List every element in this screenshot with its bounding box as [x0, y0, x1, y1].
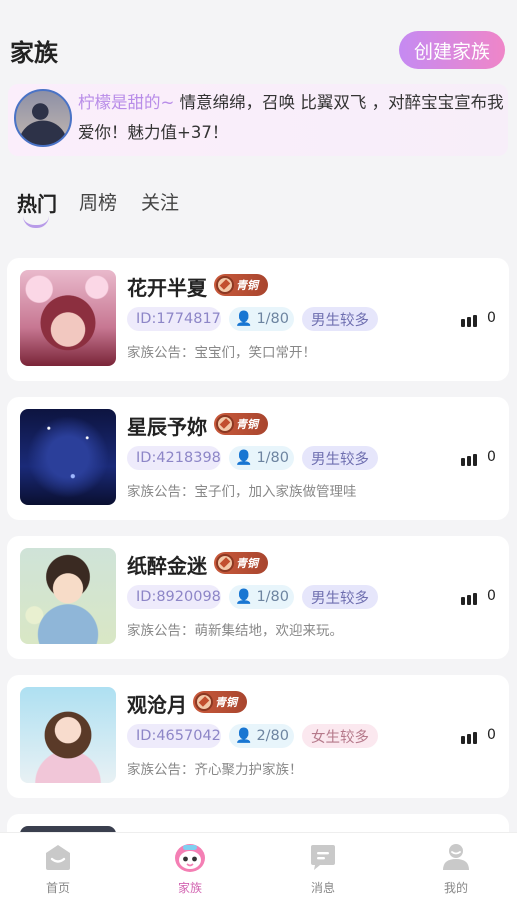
family-id: ID:4657042: [127, 724, 221, 748]
family-card[interactable]: 观沧月 青铜 ID:4657042 👤 2/80 女生较多 0 家族公告：齐心聚力…: [7, 675, 509, 798]
tabbar-profile[interactable]: 我的: [406, 833, 506, 899]
home-icon: [46, 845, 70, 870]
heat-value: 0: [487, 588, 496, 604]
profile-icon: [443, 844, 469, 870]
member-count: 👤 1/80: [229, 307, 294, 331]
family-notice: 家族公告：萌新集结地，欢迎来玩。: [127, 623, 343, 639]
tabbar-family[interactable]: 家族: [140, 833, 240, 899]
heat-value: 0: [487, 727, 496, 743]
family-mascot-icon: [175, 844, 205, 872]
heat-bars-icon: [461, 314, 479, 327]
heat-bars-icon: [461, 453, 479, 466]
person-icon: 👤: [235, 450, 253, 466]
message-icon: [311, 845, 335, 870]
tabbar-label: 消息: [310, 881, 335, 895]
heat-value: 0: [487, 310, 496, 326]
gender-tag: 男生较多: [302, 585, 378, 609]
level-label: 青铜: [236, 279, 258, 292]
family-cover: [20, 409, 116, 505]
family-id: ID:1774817: [127, 307, 221, 331]
tabbar-home[interactable]: 首页: [8, 833, 108, 899]
level-gem-icon: [195, 693, 213, 711]
level-gem-icon: [216, 554, 234, 572]
broadcast-avatar[interactable]: [14, 89, 72, 147]
family-card[interactable]: 纸醉金迷 青铜 ID:8920098 👤 1/80 男生较多 0 家族公告：萌新集…: [7, 536, 509, 659]
family-notice: 家族公告：宝子们，加入家族做管理哇: [127, 484, 357, 500]
level-gem-icon: [216, 276, 234, 294]
member-count-value: 2/80: [256, 728, 289, 744]
tab-bar: 热门 周榜 关注: [0, 184, 517, 230]
level-label: 青铜: [215, 696, 237, 709]
member-count: 👤 1/80: [229, 446, 294, 470]
family-notice: 家族公告：宝宝们，笑口常开！: [127, 345, 316, 361]
family-notice: 家族公告：齐心聚力护家族！: [127, 762, 303, 778]
tabbar-label: 我的: [443, 881, 468, 895]
level-badge: 青铜: [214, 274, 268, 296]
level-badge: 青铜: [214, 552, 268, 574]
tabbar-label: 家族: [177, 881, 202, 895]
family-cover: [20, 270, 116, 366]
page-title: 家族: [10, 39, 58, 67]
family-name: 星辰予妳: [127, 415, 207, 439]
tabbar-label: 首页: [45, 881, 70, 895]
level-badge: 青铜: [193, 691, 247, 713]
person-icon: 👤: [235, 728, 253, 744]
gender-tag: 男生较多: [302, 446, 378, 470]
heat-value: 0: [487, 449, 496, 465]
member-count: 👤 2/80: [229, 724, 294, 748]
active-tab-indicator: [23, 216, 49, 228]
member-count: 👤 1/80: [229, 585, 294, 609]
tabbar-messages[interactable]: 消息: [273, 833, 373, 899]
family-id: ID:8920098: [127, 585, 221, 609]
member-count-value: 1/80: [256, 589, 289, 605]
person-icon: 👤: [235, 589, 253, 605]
broadcast-username[interactable]: 柠檬是甜的~: [78, 93, 174, 112]
family-name: 花开半夏: [127, 276, 207, 300]
level-badge: 青铜: [214, 413, 268, 435]
level-label: 青铜: [236, 557, 258, 570]
tab-weekly[interactable]: 周榜: [79, 188, 117, 215]
family-name: 观沧月: [127, 693, 187, 717]
tab-following[interactable]: 关注: [141, 188, 179, 215]
person-icon: 👤: [235, 311, 253, 327]
broadcast-banner[interactable]: 柠檬是甜的~ 情意绵绵，召唤 比翼双飞 ，对醉宝宝宣布我爱你！魅力值+37！: [8, 84, 508, 156]
create-family-button[interactable]: 创建家族: [399, 31, 505, 69]
family-id: ID:4218398: [127, 446, 221, 470]
family-cover: [20, 548, 116, 644]
family-card[interactable]: 星辰予妳 青铜 ID:4218398 👤 1/80 男生较多 0 家族公告：宝子们…: [7, 397, 509, 520]
broadcast-text: 柠檬是甜的~ 情意绵绵，召唤 比翼双飞 ，对醉宝宝宣布我爱你！魅力值+37！: [78, 88, 504, 148]
member-count-value: 1/80: [256, 450, 289, 466]
heat-bars-icon: [461, 731, 479, 744]
tab-hot[interactable]: 热门: [17, 188, 57, 217]
level-label: 青铜: [236, 418, 258, 431]
heat-bars-icon: [461, 592, 479, 605]
family-name: 纸醉金迷: [127, 554, 207, 578]
gender-tag: 女生较多: [302, 724, 378, 748]
level-gem-icon: [216, 415, 234, 433]
bottom-tab-bar: 首页 家族 消息 我的: [0, 832, 517, 899]
family-card[interactable]: 花开半夏 青铜 ID:1774817 👤 1/80 男生较多 0 家族公告：宝宝们…: [7, 258, 509, 381]
gender-tag: 男生较多: [302, 307, 378, 331]
family-cover: [20, 687, 116, 783]
member-count-value: 1/80: [256, 311, 289, 327]
header: 家族 创建家族: [0, 0, 517, 80]
